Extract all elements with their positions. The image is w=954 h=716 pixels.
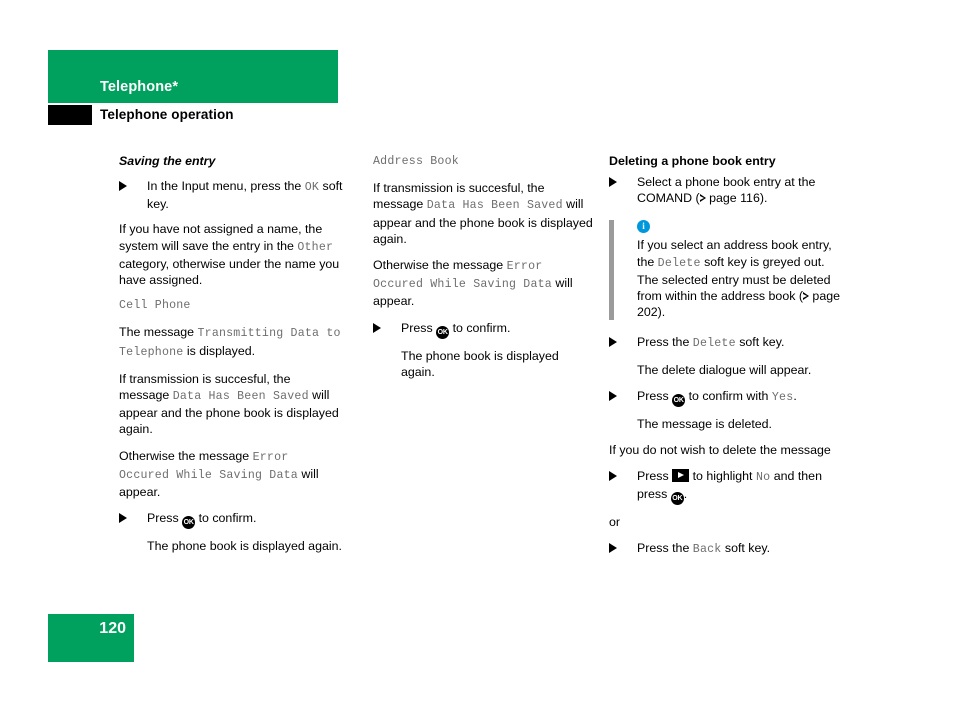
step-bullet-triangle-icon [609, 471, 617, 482]
note-body-text: If you select an address book entry, the… [637, 237, 849, 320]
note-side-rule [609, 220, 614, 321]
step-bullet-triangle-icon [609, 542, 617, 553]
body-text: Press the [637, 540, 693, 555]
info-note: i If you select an address book entry, th… [609, 220, 849, 321]
body-text: category, otherwise under the name you h… [119, 256, 340, 288]
page-reference-triangle-icon [802, 292, 809, 301]
paragraph: If transmission is succesful, the messag… [119, 371, 343, 438]
display-text: Delete [692, 337, 736, 351]
ok-key-icon: OK [672, 393, 686, 407]
display-text: Data Has Been Saved [426, 199, 563, 213]
body-text: page 116). [705, 191, 768, 206]
body-text: soft key. [721, 540, 771, 555]
body-text: The message is deleted. [637, 416, 772, 431]
body-text: Otherwise the message [119, 448, 253, 463]
instruction-step: Press OK to confirm. [119, 510, 343, 530]
step-bullet-triangle-icon [609, 390, 617, 401]
ok-key-icon: OK [436, 325, 450, 339]
body-text: soft key. [735, 335, 785, 350]
section-marker-box [48, 105, 92, 125]
step-result-note: The phone book is displayed again. [373, 348, 595, 380]
instruction-step: Press the Back soft key. [609, 540, 849, 558]
step-bullet-triangle-icon [119, 181, 127, 191]
instruction-step: Press OK to confirm with Yes. [609, 388, 849, 407]
body-text: Press [637, 388, 673, 403]
display-text: No [755, 471, 771, 485]
body-text: If you have not assigned a name, the sys… [119, 222, 323, 253]
body-text: or [609, 515, 621, 530]
display-text: OK [304, 181, 320, 194]
ok-key-icon: OK [670, 492, 684, 506]
paragraph: If you have not assigned a name, the sys… [119, 221, 343, 288]
step-bullet-triangle-icon [119, 513, 127, 524]
instruction-step: Press OK to confirm. [373, 320, 595, 339]
paragraph: The message Transmitting Data to Telepho… [119, 324, 343, 360]
page-reference-triangle-icon [699, 194, 706, 203]
body-text: The message [119, 325, 198, 340]
body-text: The delete dialogue will appear. [637, 362, 812, 377]
body-text: to confirm. [195, 511, 257, 526]
body-text: The phone book is displayed again. [401, 348, 559, 379]
column-middle: Address Book If transmission is succesful… [373, 154, 595, 390]
body-text: to highlight [689, 469, 756, 484]
chapter-header-band: Telephone* [48, 50, 338, 103]
column-left: Saving the entry In the Input menu, press… [119, 154, 343, 564]
page-footer-band: 120 [48, 614, 134, 662]
ok-key-icon: OK [182, 516, 196, 530]
body-text: Press [147, 511, 183, 526]
step-result-note: The phone book is displayed again. [119, 538, 343, 554]
body-text: Otherwise the message [373, 258, 507, 273]
display-screen-label: Address Book [373, 155, 459, 168]
body-text: The phone book is displayed again. [147, 539, 342, 554]
body-text: Press the [637, 335, 693, 350]
body-text: is displayed. [183, 343, 256, 358]
subsection-heading: Saving the entry [119, 154, 216, 168]
instruction-step: Press to highlight No and then press OK. [609, 468, 849, 506]
paragraph: If transmission is succesful, the messag… [373, 180, 595, 247]
body-text: Press [401, 320, 437, 335]
body-text: If you do not wish to delete the message [609, 443, 831, 458]
display-text: Back [692, 542, 722, 556]
display-text: Other [297, 240, 334, 254]
column-right: Deleting a phone book entry Select a phon… [609, 154, 849, 567]
info-icon: i [637, 220, 650, 234]
display-text: Yes [771, 390, 794, 404]
instruction-step: In the Input menu, press the OK soft key… [119, 178, 343, 212]
chapter-title: Telephone* [100, 79, 179, 95]
step-result-note: The message is deleted. [609, 416, 849, 432]
right-arrow-key-icon [672, 469, 690, 483]
body-text: Press [637, 469, 673, 484]
body-text: . [683, 487, 688, 502]
paragraph: Otherwise the message Error Occured Whil… [119, 448, 343, 501]
display-text: Data Has Been Saved [172, 390, 309, 404]
body-text: to confirm with [685, 388, 772, 403]
step-bullet-triangle-icon [609, 177, 617, 187]
paragraph: If you do not wish to delete the message [609, 442, 849, 458]
display-screen-label: Cell Phone [119, 299, 191, 313]
section-title: Telephone operation [100, 107, 234, 122]
subsection-heading: Deleting a phone book entry [609, 154, 776, 168]
alternative-separator: or [609, 514, 849, 530]
paragraph: Otherwise the message Error Occured Whil… [373, 257, 595, 310]
body-text: to confirm. [449, 320, 511, 335]
display-text: Delete [657, 256, 701, 270]
page-number: 120 [99, 620, 126, 637]
instruction-step: Select a phone book entry at the COMAND … [609, 174, 849, 206]
step-bullet-triangle-icon [373, 322, 381, 333]
body-text: In the Input menu, press the [147, 179, 305, 193]
instruction-step: Press the Delete soft key. [609, 334, 849, 352]
body-text: . [793, 388, 797, 403]
step-result-note: The delete dialogue will appear. [609, 362, 849, 378]
step-bullet-triangle-icon [609, 337, 617, 348]
